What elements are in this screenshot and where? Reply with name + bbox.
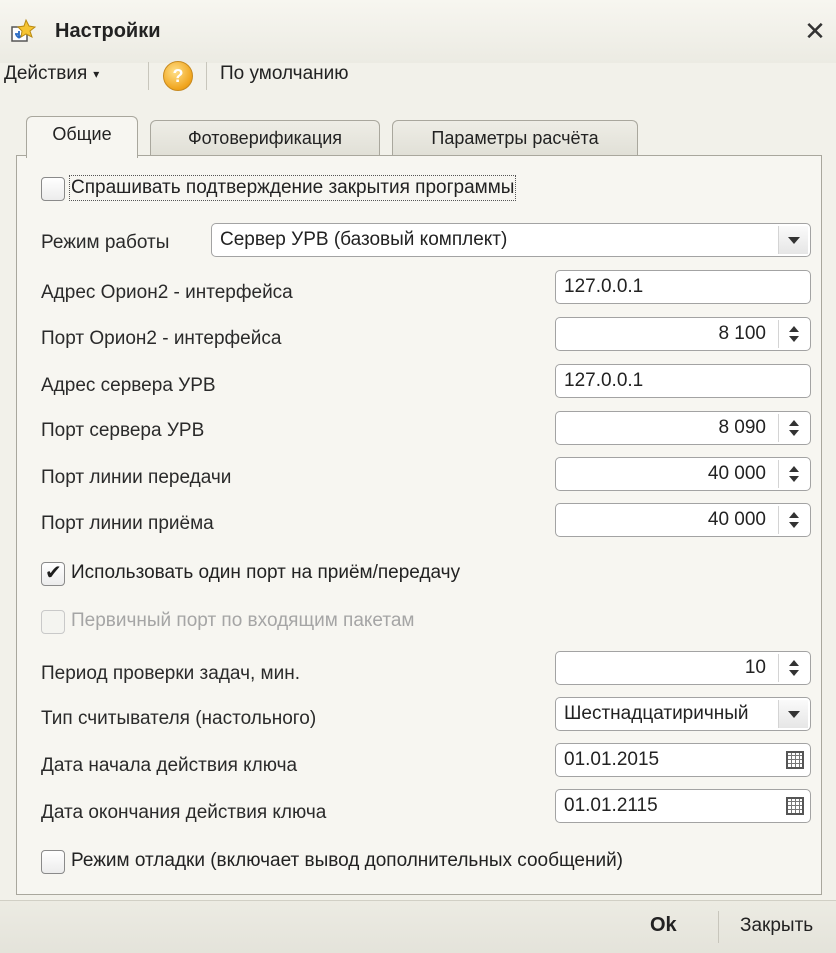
- mode-select[interactable]: Сервер УРВ (базовый комплект): [211, 223, 811, 257]
- general-tab-panel: Спрашивать подтверждение закрытия програ…: [16, 155, 822, 895]
- debug-mode-checkbox[interactable]: [41, 850, 65, 874]
- key-end-value: 01.01.2115: [564, 795, 658, 816]
- rx-port-input[interactable]: 40 000: [555, 503, 811, 537]
- toolbar: Действия ▾ ? По умолчанию: [0, 53, 836, 97]
- tab-general[interactable]: Общие: [26, 116, 138, 158]
- chevron-down-icon[interactable]: [778, 700, 808, 728]
- check-period-input[interactable]: 10: [555, 651, 811, 685]
- tx-port-input[interactable]: 40 000: [555, 457, 811, 491]
- primary-port-checkbox: [41, 610, 65, 634]
- spinner-arrows-icon[interactable]: [778, 460, 808, 488]
- server-address-label: Адрес сервера УРВ: [41, 375, 216, 396]
- orion-port-label: Порт Орион2 - интерфейса: [41, 328, 282, 349]
- checkmark-icon: ✔: [45, 562, 62, 584]
- calendar-icon[interactable]: [784, 749, 806, 771]
- window-title: Настройки: [55, 20, 161, 42]
- spinner-arrows-icon[interactable]: [778, 414, 808, 442]
- check-period-value: 10: [744, 657, 766, 678]
- spinner-arrows-icon[interactable]: [778, 506, 808, 534]
- check-period-label: Период проверки задач, мин.: [41, 663, 300, 684]
- spinner-arrows-icon[interactable]: [778, 654, 808, 682]
- rx-port-label: Порт линии приёма: [41, 513, 214, 534]
- server-address-input[interactable]: 127.0.0.1: [555, 364, 811, 398]
- help-button[interactable]: ?: [163, 61, 193, 91]
- server-port-label: Порт сервера УРВ: [41, 420, 205, 441]
- spinner-arrows-icon[interactable]: [778, 320, 808, 348]
- close-window-button[interactable]: ✕: [802, 14, 828, 48]
- confirm-close-label[interactable]: Спрашивать подтверждение закрытия програ…: [68, 175, 517, 201]
- orion-address-input[interactable]: 127.0.0.1: [555, 270, 811, 304]
- calendar-icon[interactable]: [784, 795, 806, 817]
- mode-value: Сервер УРВ (базовый комплект): [220, 229, 508, 250]
- rx-port-value: 40 000: [707, 509, 766, 530]
- tab-calculation-parameters[interactable]: Параметры расчёта: [392, 120, 638, 157]
- toolbar-divider: [148, 62, 149, 90]
- close-button[interactable]: Закрыть: [740, 915, 813, 937]
- footer-divider: [718, 911, 719, 943]
- orion-port-value: 8 100: [718, 323, 766, 344]
- primary-port-label: Первичный порт по входящим пакетам: [71, 610, 415, 631]
- orion-port-input[interactable]: 8 100: [555, 317, 811, 351]
- mode-label: Режим работы: [41, 232, 170, 253]
- dialog-footer: Ok Закрыть: [0, 900, 836, 953]
- orion-address-label: Адрес Орион2 - интерфейса: [41, 282, 293, 303]
- actions-menu-label: Действия: [4, 63, 88, 84]
- confirm-close-checkbox[interactable]: [41, 177, 65, 201]
- reader-type-select[interactable]: Шестнадцатиричный: [555, 697, 811, 731]
- single-port-label[interactable]: Использовать один порт на приём/передачу: [71, 562, 460, 584]
- key-start-date-input[interactable]: 01.01.2015: [555, 743, 811, 777]
- tab-photo-verification[interactable]: Фотоверификация: [150, 120, 380, 157]
- ok-button[interactable]: Ok: [650, 914, 677, 937]
- toolbar-divider: [206, 62, 207, 90]
- chevron-down-icon: ▾: [93, 66, 100, 81]
- server-port-value: 8 090: [718, 417, 766, 438]
- tab-strip: Общие Фотоверификация Параметры расчёта: [0, 116, 836, 158]
- restore-defaults-button[interactable]: По умолчанию: [220, 63, 349, 85]
- reader-type-value: Шестнадцатиричный: [564, 703, 749, 724]
- chevron-down-icon[interactable]: [778, 226, 808, 254]
- debug-mode-label[interactable]: Режим отладки (включает вывод дополнител…: [71, 850, 623, 872]
- tx-port-value: 40 000: [707, 463, 766, 484]
- reader-type-label: Тип считывателя (настольного): [41, 708, 317, 729]
- key-end-label: Дата окончания действия ключа: [41, 802, 327, 823]
- key-end-date-input[interactable]: 01.01.2115: [555, 789, 811, 823]
- key-start-value: 01.01.2015: [564, 749, 660, 770]
- key-start-label: Дата начала действия ключа: [41, 755, 298, 776]
- settings-window-icon: [11, 18, 37, 42]
- settings-dialog: Настройки ✕ Действия ▾ ? По умолчанию Общ…: [0, 0, 836, 953]
- server-port-input[interactable]: 8 090: [555, 411, 811, 445]
- tx-port-label: Порт линии передачи: [41, 467, 232, 488]
- single-port-checkbox[interactable]: ✔: [41, 562, 65, 586]
- actions-menu-button[interactable]: Действия ▾: [4, 63, 99, 85]
